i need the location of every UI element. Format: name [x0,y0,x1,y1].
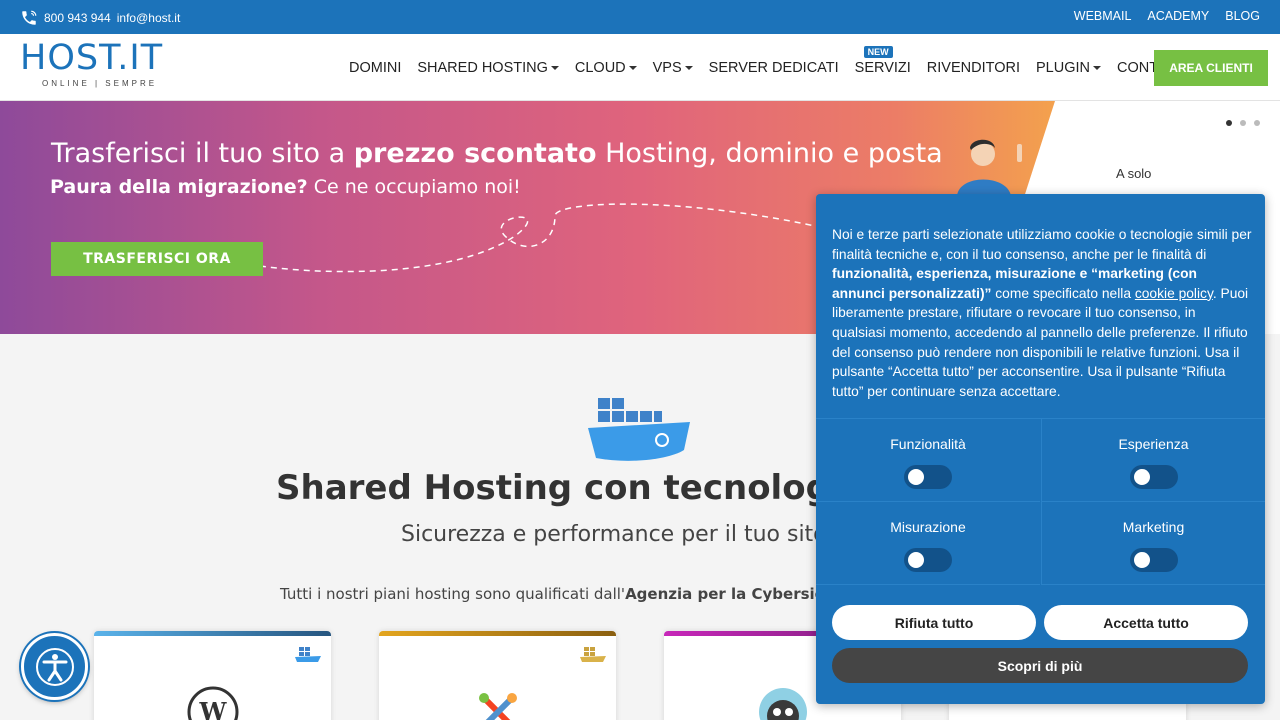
reject-all-button[interactable]: Rifiuta tutto [832,605,1036,640]
toggle-misurazione[interactable] [904,548,952,572]
accessibility-icon [35,647,74,686]
toggle-esperienza[interactable] [1129,465,1178,489]
card-top-bar [94,631,331,636]
main-header: HOST.IT ONLINE | SEMPRE DOMINI SHARED HO… [0,34,1280,101]
logo-tagline: ONLINE | SEMPRE [42,79,158,88]
cookie-text-b: come specificato nella [991,285,1135,301]
top-link-blog[interactable]: BLOG [1225,9,1260,23]
nav-label: PLUGIN [1036,59,1090,76]
email-link[interactable]: info@host.it [117,11,181,25]
carousel-dot-1[interactable] [1226,120,1232,126]
caret-down-icon [684,65,693,70]
learn-more-button[interactable]: Scopri di più [832,648,1248,683]
section-title: Shared Hosting con tecnologia [276,468,865,508]
nav-label: CLOUD [574,59,626,76]
cookie-preferences-grid: Funzionalità Esperienza Misurazione Mark… [816,418,1265,585]
caret-down-icon [628,65,637,70]
nav-item-rivenditori[interactable]: RIVENDITORI [927,60,1020,76]
nav-label: SHARED HOSTING [417,59,548,76]
accessibility-button[interactable] [21,633,88,700]
nav-label: VPS [652,59,682,76]
logo-wordmark: HOST.IT [20,38,164,78]
pref-label: Marketing [1122,519,1185,535]
new-badge: NEW [863,45,893,58]
nav-item-vps[interactable]: VPS [653,60,693,76]
site-logo[interactable]: HOST.IT ONLINE | SEMPRE [20,41,180,93]
mascot-illustration [957,139,1022,196]
joomla-icon [478,693,517,720]
dashed-path-decoration [259,203,816,273]
prestashop-icon [758,688,807,720]
card-top-bar [379,631,616,636]
plan-card-wordpress[interactable]: W [94,631,331,720]
plan-card-joomla[interactable] [379,631,616,720]
container-ship-icon [588,398,690,461]
carousel-dots [1226,120,1260,126]
main-nav: DOMINI SHARED HOSTING CLOUD VPS SERVER D… [349,34,1187,101]
cookie-text-a: Noi e terze parti selezionate utilizziam… [832,227,1252,262]
nav-label: SERVIZI [854,59,911,76]
svg-text:W: W [198,697,227,720]
section-subtitle: Sicurezza e performance per il tuo sito [401,522,827,547]
nav-item-domini[interactable]: DOMINI [349,60,401,76]
hero-title-pre: Trasferisci il tuo sito a [51,138,354,169]
container-mini-icon [295,647,321,662]
hero-title: Trasferisci il tuo sito a prezzo scontat… [51,138,943,169]
top-link-webmail[interactable]: WEBMAIL [1074,9,1132,23]
pref-funzionalita: Funzionalità [816,419,1040,502]
hero-subtitle: Paura della migrazione? Ce ne occupiamo … [50,176,521,198]
trasferisci-ora-button[interactable]: TRASFERISCI ORA [51,242,263,276]
hero-sub-rest: Ce ne occupiamo noi! [307,176,521,198]
cookie-consent-dialog: Noi e terze parti selezionate utilizziam… [816,194,1265,704]
hero-sub-bold: Paura della migrazione? [50,176,308,198]
wordpress-icon: W [187,686,238,720]
nav-item-server-dedicati[interactable]: SERVER DEDICATI [709,60,839,76]
hero-title-post: Hosting, dominio e posta [596,138,943,169]
accept-all-button[interactable]: Accetta tutto [1044,605,1248,640]
nav-item-shared-hosting[interactable]: SHARED HOSTING [417,60,559,76]
cookie-text: Noi e terze parti selezionate utilizziam… [832,225,1252,401]
pref-misurazione: Misurazione [816,502,1040,585]
price-prefix: A solo [1116,166,1152,181]
top-bar: 800 943 944 info@host.it WEBMAIL ACADEMY… [0,0,1280,34]
container-mini-icon [580,647,606,662]
nav-label: RIVENDITORI [926,59,1020,76]
carousel-dot-3[interactable] [1254,120,1260,126]
nav-label: SERVER DEDICATI [708,59,839,76]
section-note: Tutti i nostri piani hosting sono qualif… [280,585,879,603]
phone-icon [22,10,37,25]
pref-esperienza: Esperienza [1041,419,1265,502]
top-links: WEBMAIL ACADEMY BLOG [1074,9,1260,23]
cookie-text-c: . Puoi liberamente prestare, rifiutare o… [832,285,1249,399]
caret-down-icon [550,65,559,70]
nav-item-cloud[interactable]: CLOUD [575,60,637,76]
toggle-funzionalita[interactable] [904,465,952,489]
top-link-academy[interactable]: ACADEMY [1147,9,1209,23]
note-text: Tutti i nostri piani hosting sono qualif… [280,585,626,603]
hero-title-bold: prezzo scontato [353,138,597,169]
pref-label: Misurazione [890,519,966,535]
contact-info: 800 943 944 info@host.it [20,9,180,27]
nav-label: DOMINI [349,59,402,76]
phone-number[interactable]: 800 943 944 [44,11,111,25]
nav-item-plugin[interactable]: PLUGIN [1036,60,1101,76]
pref-marketing: Marketing [1041,502,1265,585]
toggle-marketing[interactable] [1129,548,1178,572]
pref-label: Esperienza [1118,436,1189,452]
area-clienti-button[interactable]: AREA CLIENTI [1154,50,1268,86]
pref-label: Funzionalità [890,436,966,452]
cookie-policy-link[interactable]: cookie policy [1135,286,1213,301]
nav-item-servizi[interactable]: NEW SERVIZI [854,45,911,76]
carousel-dot-2[interactable] [1240,120,1246,126]
caret-down-icon [1093,65,1101,70]
